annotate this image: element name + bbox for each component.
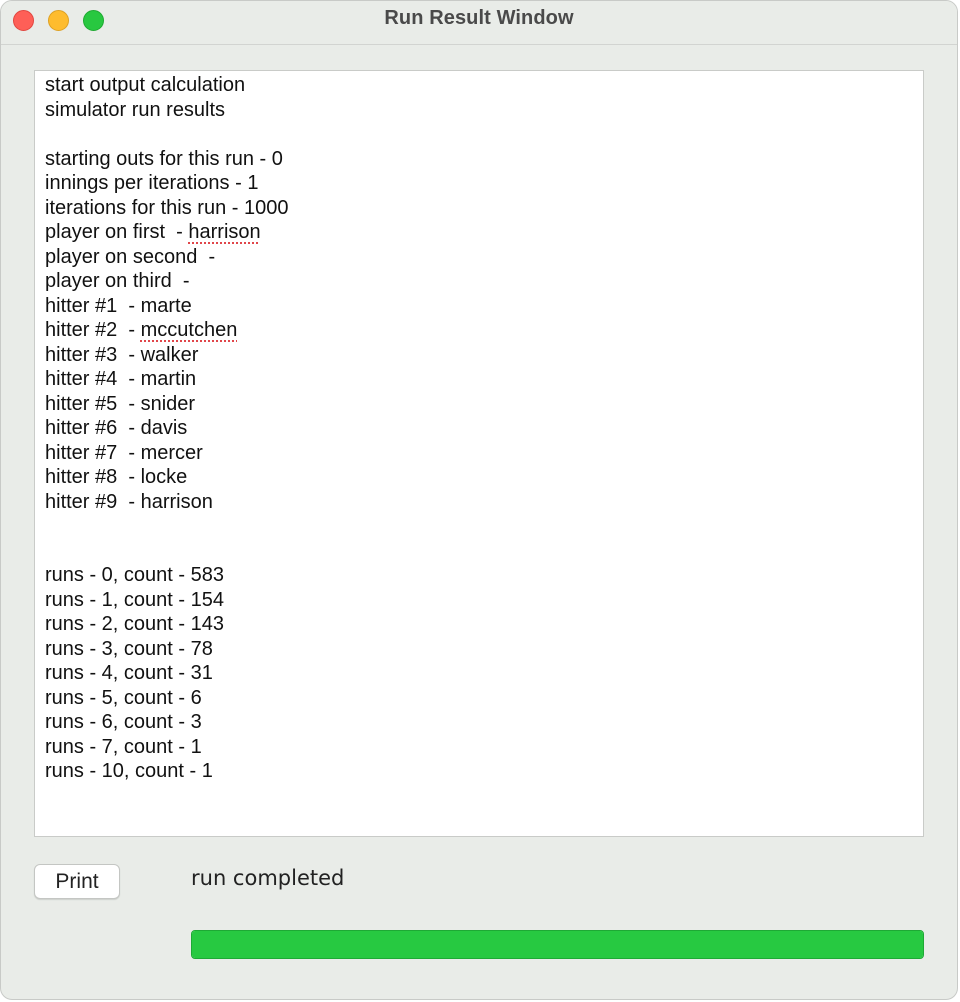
output-line: player on first - harrison bbox=[45, 220, 913, 245]
run-result-window: Run Result Window start output calculati… bbox=[0, 0, 958, 1000]
window-title: Run Result Window bbox=[384, 7, 574, 29]
spellcheck-flagged-word: mccutchen bbox=[140, 319, 238, 341]
output-line-text: hitter #2 - bbox=[45, 319, 141, 341]
output-line-text: player on first - bbox=[45, 221, 189, 243]
output-line: runs - 7, count - 1 bbox=[45, 735, 202, 758]
output-line: runs - 10, count - 1 bbox=[45, 760, 213, 782]
output-line: hitter #9 - harrison bbox=[45, 490, 213, 513]
output-line: runs - 6, count - 3 bbox=[45, 711, 202, 733]
output-line: innings per iterations - 1 bbox=[45, 172, 259, 194]
spellcheck-flagged-word: harrison bbox=[188, 221, 261, 243]
output-line: runs - 2, count - 143 bbox=[45, 613, 224, 635]
output-line: iterations for this run - 1000 bbox=[45, 196, 289, 219]
status-label: run completed bbox=[191, 866, 345, 890]
output-line: hitter #6 - davis bbox=[45, 417, 188, 439]
output-line: hitter #7 - mercer bbox=[45, 441, 203, 464]
output-line: hitter #8 - locke bbox=[45, 466, 188, 488]
output-line: runs - 1, count - 154 bbox=[45, 588, 224, 611]
output-line: runs - 0, count - 583 bbox=[45, 564, 224, 586]
progress-bar-fill bbox=[192, 931, 923, 958]
output-line: starting outs for this run - 0 bbox=[45, 147, 283, 170]
output-line: start output calculation bbox=[45, 74, 246, 96]
output-line: hitter #2 - mccutchen bbox=[45, 318, 913, 343]
print-button[interactable]: Print bbox=[34, 864, 120, 899]
output-line: hitter #3 - walker bbox=[45, 343, 199, 366]
output-line: hitter #1 - marte bbox=[45, 294, 192, 317]
title-bar[interactable]: Run Result Window bbox=[1, 1, 957, 45]
output-line: runs - 4, count - 31 bbox=[45, 662, 213, 684]
output-line: player on third - bbox=[45, 270, 190, 292]
output-line: runs - 5, count - 6 bbox=[45, 686, 202, 709]
output-line: player on second - bbox=[45, 245, 216, 268]
output-line: simulator run results bbox=[45, 98, 226, 121]
output-line: hitter #5 - snider bbox=[45, 392, 196, 415]
output-text-area[interactable]: start output calculation simulator run re… bbox=[34, 70, 924, 837]
output-line: runs - 3, count - 78 bbox=[45, 637, 213, 660]
progress-bar bbox=[191, 930, 924, 959]
output-line: hitter #4 - martin bbox=[45, 368, 197, 390]
